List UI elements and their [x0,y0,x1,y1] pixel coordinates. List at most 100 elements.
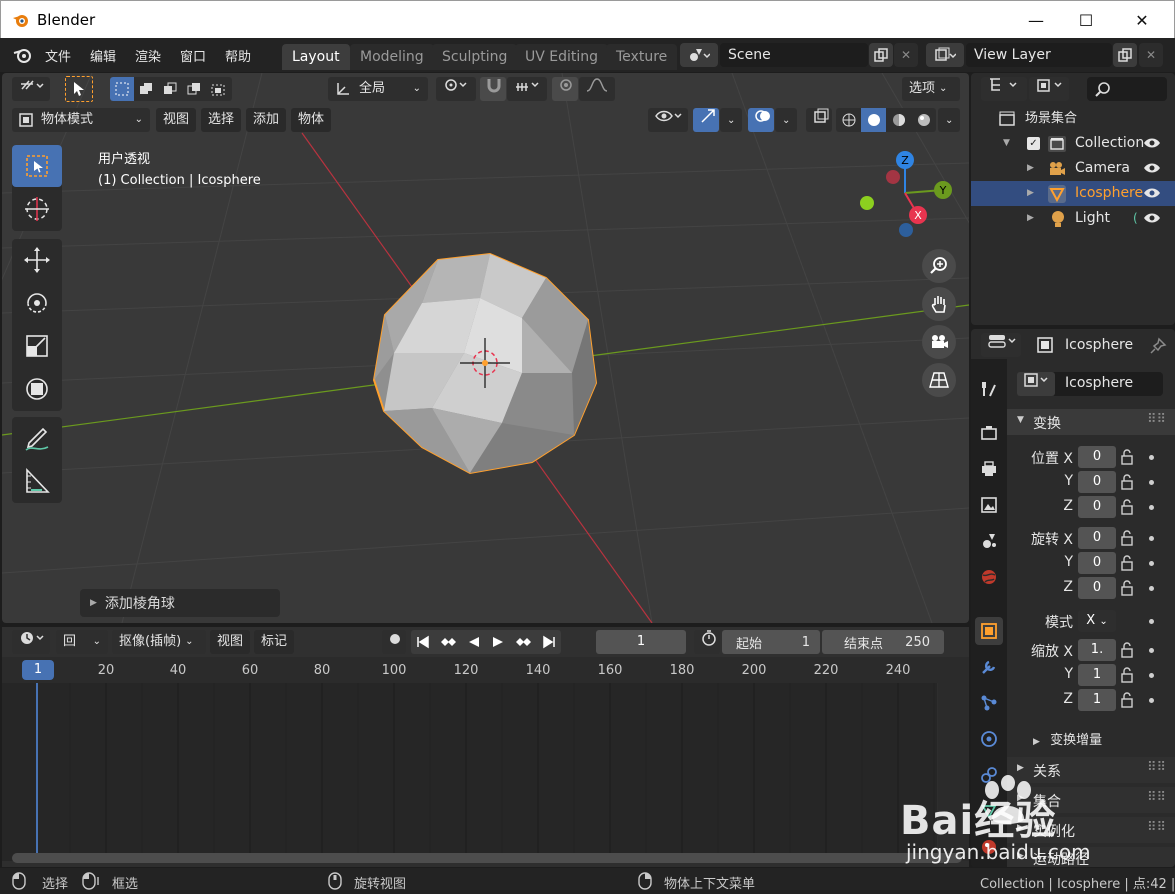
lock-icon[interactable] [1120,474,1136,490]
view-layer-name-field[interactable]: View Layer [966,43,1112,67]
timeline-frame-ruler[interactable]: 1 20 40 60 80 100 120 140 160 180 200 220 240 [2,657,969,683]
start-frame-field[interactable]: 起始 1 [722,630,820,654]
rotation-x-field[interactable]: 0 [1078,527,1116,549]
tool-cursor[interactable] [12,188,62,230]
viewport-menu-select[interactable]: 选择 [201,108,242,132]
wireframe-shading-icon[interactable] [836,108,861,132]
location-z-field[interactable]: 0 [1078,496,1116,518]
keyframe-dot-icon[interactable] [1149,455,1154,460]
keyframe-dot-icon[interactable] [1149,561,1154,566]
timeline-editor-type-button[interactable] [12,630,50,654]
tab-modeling[interactable]: Modeling [350,44,434,70]
keying-dropdown[interactable]: 抠像(插帧) ⌄ [112,630,206,654]
tool-annotate[interactable] [12,417,62,459]
tool-transform[interactable] [12,368,62,410]
view-layer-browse-button[interactable] [926,43,964,67]
maximize-button[interactable]: ☐ [1063,1,1109,39]
lock-icon[interactable] [1120,580,1136,596]
keyframe-dot-icon[interactable] [1149,619,1154,624]
snap-toggle-button[interactable] [480,77,506,101]
chevron-down-icon[interactable]: ▼ [1003,131,1010,156]
chevron-right-icon[interactable]: ▶ [1027,206,1034,231]
playback-dropdown[interactable]: 回放 ⌄ [56,630,108,673]
mode-difference-icon[interactable] [182,77,206,101]
menu-edit[interactable]: 编辑 [90,46,116,65]
tab-object-data[interactable] [975,797,1003,825]
timeline-menu-view[interactable]: 视图 [210,630,251,654]
scale-z-field[interactable]: 1 [1078,689,1116,711]
relations-panel-header[interactable]: ▶ 关系 ⠿⠿ [1007,757,1175,783]
select-tool-button[interactable] [65,76,93,102]
view-layer-remove-button[interactable]: ✕ [1139,43,1163,67]
pan-view-button[interactable] [922,287,956,321]
rotation-mode-dropdown[interactable]: X ⌄ [1078,610,1116,632]
lock-icon[interactable] [1120,642,1136,658]
menu-window[interactable]: 窗口 [180,46,206,65]
properties-editor-type-button[interactable] [981,333,1021,357]
jump-start-icon[interactable] [416,635,430,649]
lock-icon[interactable] [1120,499,1136,515]
tab-sculpting[interactable]: Sculpting [432,44,518,70]
tab-uv-editing[interactable]: UV Editing [515,44,609,70]
proportional-edit-toggle[interactable] [552,77,578,101]
mode-subtract-icon[interactable] [158,77,182,101]
keyframe-dot-icon[interactable] [1149,505,1154,510]
tab-texture[interactable]: Texture [606,44,678,70]
tab-tool[interactable] [975,375,1003,403]
pin-icon[interactable] [1149,337,1167,355]
rendered-shading-icon[interactable] [911,108,936,132]
eye-icon[interactable] [1143,212,1161,224]
scene-browse-button[interactable] [680,43,718,67]
lock-icon[interactable] [1120,530,1136,546]
record-button[interactable] [382,630,406,654]
view-layer-copy-button[interactable] [1113,43,1137,67]
eye-icon[interactable] [1143,137,1161,149]
instancing-panel-header[interactable]: ▶ 实例化 ⠿⠿ [1007,817,1175,843]
navigation-gizmo[interactable]: Z Y X [852,148,962,243]
lock-icon[interactable] [1120,667,1136,683]
scene-name-field[interactable]: Scene [720,43,868,67]
keyframe-dot-icon[interactable] [1149,698,1154,703]
next-keyframe-icon[interactable] [515,635,532,649]
rotation-y-field[interactable]: 0 [1078,552,1116,574]
interaction-mode-dropdown[interactable]: 物体模式 ⌄ [12,108,150,132]
tab-scene[interactable] [975,527,1003,555]
tab-physics[interactable] [975,725,1003,753]
keyframe-dot-icon[interactable] [1149,536,1154,541]
tool-move[interactable] [12,239,62,281]
scale-x-field[interactable]: 1. [1078,639,1116,661]
tab-view-layer[interactable] [975,491,1003,519]
play-icon[interactable] [491,635,505,649]
proportional-falloff-dropdown[interactable] [579,77,615,101]
tool-select-box[interactable] [12,145,62,187]
drag-handle-icon[interactable]: ⠿⠿ [1147,820,1166,835]
tool-measure[interactable] [12,460,62,502]
material-shading-icon[interactable] [886,108,911,132]
blender-menu-icon[interactable] [12,46,34,64]
snap-target-dropdown[interactable] [507,77,547,101]
mode-intersect-icon[interactable] [206,77,230,101]
outliner-scene-collection[interactable]: 场景集合 [971,106,1175,131]
viewport-menu-add[interactable]: 添加 [246,108,287,132]
timeline-scrollbar[interactable] [12,853,962,863]
minimize-button[interactable]: — [1013,1,1059,39]
scale-y-field[interactable]: 1 [1078,664,1116,686]
gizmo-dropdown[interactable]: ⌄ [720,108,742,132]
outliner-search-field[interactable] [1087,77,1167,101]
tool-rotate[interactable] [12,282,62,324]
tab-world[interactable] [975,563,1003,591]
tab-output[interactable] [975,455,1003,483]
toggle-ortho-button[interactable] [922,363,956,397]
zoom-view-button[interactable] [922,249,956,283]
end-frame-field[interactable]: 结束点 250 [822,630,944,654]
keyframe-dot-icon[interactable] [1149,673,1154,678]
keyframe-dot-icon[interactable] [1149,480,1154,485]
eye-icon[interactable] [1143,162,1161,174]
options-dropdown[interactable]: 选项 ⌄ [902,77,960,101]
chevron-right-icon[interactable]: ▶ [1027,156,1034,181]
eye-icon[interactable] [1143,187,1161,199]
tab-constraints[interactable] [975,761,1003,789]
outliner-row-camera[interactable]: ▶ Camera [971,156,1175,181]
camera-view-button[interactable] [922,325,956,359]
tab-modifiers[interactable] [975,653,1003,681]
